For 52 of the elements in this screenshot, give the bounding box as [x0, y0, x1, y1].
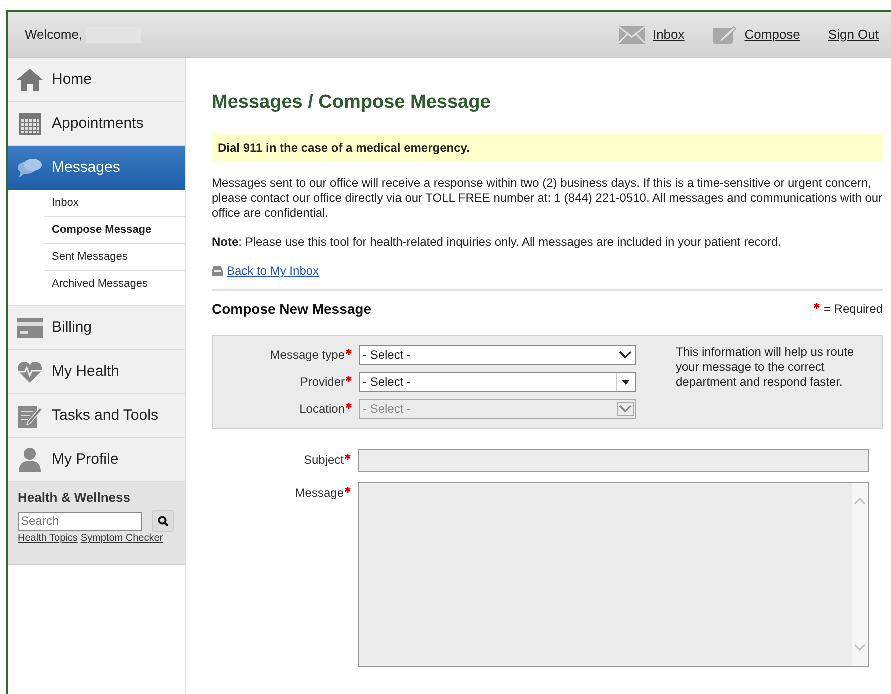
info-text: Messages sent to our office will receive a response within two (2) business days. If this is a time-sensitive or urgent concern, please contact our office directly via our TOLL FREE number at: 1 (844) 221-0510. All messages and communications with our office are confidential. [212, 176, 883, 221]
search-field[interactable]: Search [18, 512, 142, 530]
nav-item[interactable]: Home [8, 58, 185, 102]
compose-link[interactable]: Compose [744, 27, 800, 42]
nav-item[interactable]: My Profile [8, 438, 185, 482]
sign-out-link[interactable]: Sign Out [828, 27, 879, 42]
chevron-down-icon [617, 402, 634, 416]
health-link[interactable]: Symptom Checker [80, 533, 164, 544]
inbox-link[interactable]: Inbox [652, 27, 685, 42]
field-label: Provider [300, 375, 345, 389]
health-link[interactable]: Health Topics [18, 533, 78, 544]
welcome-text: Welcome, [25, 27, 83, 42]
page-title: Messages / Compose Message [212, 92, 492, 114]
house-icon [17, 68, 43, 90]
field-label: Message [295, 486, 344, 500]
envelope-icon [618, 26, 645, 44]
nav-item[interactable]: My Health [8, 350, 185, 394]
note-text: Note: Please use this tool for health-related inquiries only. All messages are included in your patient record. [212, 235, 782, 250]
calendar-icon [19, 112, 41, 134]
pencil-icon [712, 26, 737, 44]
nav-item[interactable]: Billing [8, 306, 185, 350]
dropdown[interactable]: - Select - [359, 372, 636, 392]
credit-card-icon [17, 318, 43, 338]
notepad-icon [18, 404, 42, 428]
subnav-item[interactable]: Sent Messages [44, 244, 185, 271]
heartbeat-icon [17, 360, 43, 382]
dropdown[interactable]: - Select - [359, 345, 636, 365]
subnav-item[interactable]: Compose Message [44, 217, 185, 244]
person-icon [19, 448, 41, 472]
tray-icon [212, 266, 223, 276]
help-text: This information will help us route your message to the correct department and respond faster. [676, 345, 856, 391]
subject-field[interactable] [358, 449, 869, 472]
subnav-item[interactable]: Archived Messages [44, 271, 185, 297]
panel-heading: Health & Wellness [18, 490, 132, 505]
field-label: Subject [304, 453, 344, 467]
field-label: Message type [270, 348, 345, 362]
chevron-up-icon[interactable] [854, 497, 866, 505]
search-button[interactable] [152, 510, 174, 532]
message-field[interactable] [358, 482, 869, 667]
nav-item[interactable]: Appointments [8, 102, 185, 146]
search-icon [158, 516, 168, 526]
emergency-alert: Dial 911 in the case of a medical emergency. [212, 134, 883, 162]
field-label: Location [300, 402, 345, 416]
section-title: Compose New Message [212, 301, 372, 317]
back-link[interactable]: Back to My Inbox [227, 264, 320, 278]
nav-item[interactable]: Tasks and Tools [8, 394, 185, 438]
nav-item[interactable]: Messages [8, 146, 185, 190]
required-icon [814, 303, 820, 309]
chevron-down-icon[interactable] [854, 644, 866, 652]
speech-bubbles-icon [17, 156, 43, 178]
required-legend: = Required [824, 302, 883, 316]
subnav-item[interactable]: Inbox [44, 190, 185, 217]
